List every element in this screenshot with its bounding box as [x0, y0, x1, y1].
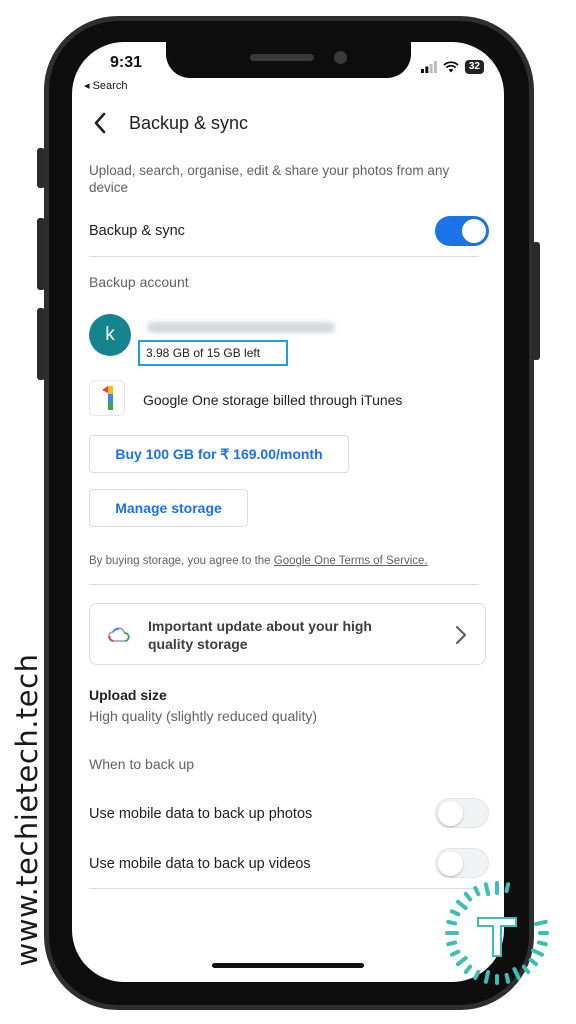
- avatar[interactable]: k: [89, 314, 131, 356]
- back-to-app-link[interactable]: ◂ Search: [84, 79, 127, 92]
- upload-size-value: High quality (slightly reduced quality): [89, 708, 317, 724]
- status-time: 9:31: [110, 54, 143, 71]
- avatar-letter: k: [105, 324, 115, 345]
- page-title: Backup & sync: [129, 112, 249, 133]
- status-icons: 32: [420, 60, 484, 74]
- mobile-data-photos-label: Use mobile data to back up photos: [89, 806, 313, 822]
- divider: [89, 584, 479, 585]
- battery-icon: 32: [464, 60, 484, 74]
- cloud-icon: [108, 627, 130, 642]
- page-header: Backup & sync: [93, 112, 248, 134]
- wifi-icon: [443, 61, 459, 73]
- terms-of-service-link[interactable]: Google One Terms of Service.: [274, 555, 428, 567]
- mobile-data-photos-toggle[interactable]: [435, 798, 489, 828]
- mobile-data-videos-toggle[interactable]: [435, 848, 489, 878]
- when-to-back-up-heading: When to back up: [89, 756, 195, 772]
- manage-storage-button[interactable]: Manage storage: [89, 489, 248, 527]
- phone-side-button: [37, 308, 45, 380]
- page-description: Upload, search, organise, edit & share y…: [89, 163, 450, 195]
- backup-sync-label: Backup & sync: [89, 223, 185, 239]
- backup-account-heading: Backup account: [89, 274, 189, 290]
- google-one-icon: [89, 380, 125, 416]
- buy-storage-button[interactable]: Buy 100 GB for ₹ 169.00/month: [89, 435, 349, 473]
- phone-notch: [166, 42, 411, 78]
- signal-icon: [420, 61, 437, 73]
- divider: [89, 888, 479, 889]
- divider: [89, 256, 479, 257]
- chevron-right-icon: [455, 625, 467, 645]
- techietech-logo-icon: [445, 881, 549, 985]
- agreement-prefix: By buying storage, you agree to the: [89, 555, 274, 567]
- mobile-data-videos-label: Use mobile data to back up videos: [89, 856, 311, 872]
- phone-screen: 9:31 ◂ Search 32 Backup & sync Upload, s…: [72, 42, 504, 982]
- google-one-billing-text: Google One storage billed through iTunes: [143, 392, 403, 408]
- account-email-redacted: [147, 322, 335, 333]
- home-indicator: [212, 963, 364, 968]
- phone-side-button: [532, 242, 540, 360]
- backup-sync-toggle[interactable]: [435, 216, 489, 246]
- back-arrow-icon[interactable]: [93, 112, 107, 134]
- upload-size-label[interactable]: Upload size: [89, 687, 167, 703]
- update-card-text: Important update about your high quality…: [148, 618, 372, 652]
- storage-agreement-text: By buying storage, you agree to the Goog…: [89, 555, 428, 567]
- phone-side-button: [37, 218, 45, 290]
- storage-update-card[interactable]: Important update about your high quality…: [89, 603, 486, 665]
- storage-left-text: 3.98 GB of 15 GB left: [138, 340, 288, 366]
- phone-side-button: [37, 148, 45, 188]
